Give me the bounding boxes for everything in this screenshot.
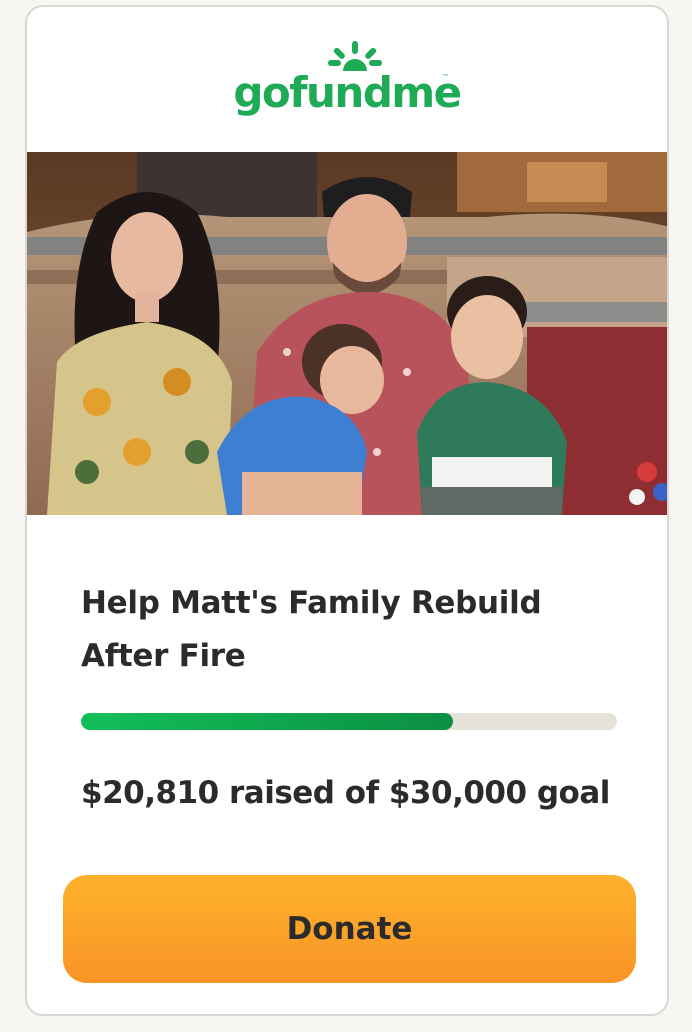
gofundme-logo[interactable]: gofundme [27, 68, 667, 118]
progress-bar [81, 713, 617, 730]
trademark-mark: ™ [442, 73, 449, 81]
campaign-title[interactable]: Help Matt's Family Rebuild After Fire [81, 577, 601, 683]
brand-header: gofundme ™ [27, 7, 667, 152]
progress-bar-fill [81, 713, 453, 730]
campaign-photo [27, 152, 667, 515]
raised-amount-text: $20,810 raised of $30,000 goal [81, 775, 610, 811]
donate-button[interactable]: Donate [63, 875, 636, 983]
fundraiser-card: gofundme ™ Help Matt's Family Rebuild Af… [25, 5, 669, 1016]
